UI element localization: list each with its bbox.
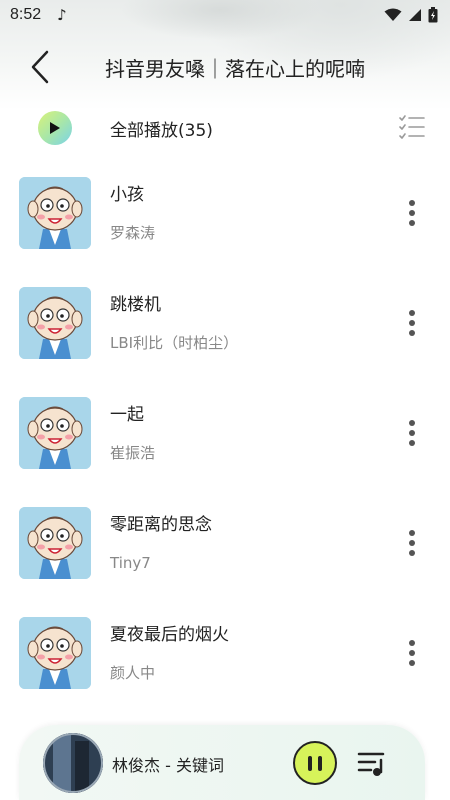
play-all-button[interactable]	[38, 111, 72, 145]
dot	[409, 440, 415, 446]
more-options-button[interactable]	[400, 308, 424, 338]
cartoon-boy-image	[19, 287, 91, 359]
pause-icon	[318, 755, 322, 771]
signal-icon	[409, 9, 421, 21]
cartoon-boy-image	[19, 507, 91, 579]
song-info: 跳楼机 LBI利比（时柏尘）	[110, 294, 238, 353]
dot	[409, 650, 415, 656]
chevron-left-icon	[31, 50, 49, 84]
song-info: 零距离的思念 Tiny7	[110, 514, 212, 573]
dot	[409, 640, 415, 646]
song-list-item[interactable]: 一起 崔振浩	[0, 388, 450, 498]
dot	[409, 430, 415, 436]
song-cover-image	[19, 177, 91, 249]
now-playing-title[interactable]: 林俊杰 - 关键词	[112, 752, 224, 776]
song-list-item[interactable]: 夏夜最后的烟火 颜人中	[0, 608, 450, 718]
cartoon-boy-image	[19, 397, 91, 469]
top-nav: 抖音男友嗓｜落在心上的呢喃	[0, 42, 450, 92]
battery-icon	[428, 7, 438, 23]
pause-button[interactable]	[293, 741, 337, 785]
page-title: 抖音男友嗓｜落在心上的呢喃	[105, 56, 365, 81]
song-title: 小孩	[110, 185, 144, 205]
play-all-row: 全部播放(35)	[0, 106, 450, 150]
song-cover-image	[19, 617, 91, 689]
dot	[409, 220, 415, 226]
status-icons	[384, 7, 438, 23]
more-options-button[interactable]	[400, 528, 424, 558]
play-all-label[interactable]: 全部播放(35)	[110, 116, 213, 141]
song-artist: LBI利比（时柏尘）	[110, 334, 239, 352]
checklist-icon[interactable]	[398, 114, 426, 142]
cartoon-boy-image	[19, 177, 91, 249]
dot	[409, 210, 415, 216]
pause-icon	[308, 755, 312, 771]
dot	[409, 310, 415, 316]
song-list-item[interactable]: 小孩 罗森涛	[0, 168, 450, 278]
song-title: 夏夜最后的烟火	[110, 625, 229, 645]
status-bar: 8:52 ♪	[0, 0, 450, 30]
dot	[409, 330, 415, 336]
dot	[409, 420, 415, 426]
song-cover-image	[19, 287, 91, 359]
more-options-button[interactable]	[400, 418, 424, 448]
song-artist: 罗森涛	[110, 224, 156, 242]
dot	[409, 530, 415, 536]
song-artist: 颜人中	[110, 664, 156, 682]
song-artist: 崔振浩	[110, 444, 156, 462]
dot	[409, 320, 415, 326]
cartoon-boy-image	[19, 617, 91, 689]
song-title: 零距离的思念	[110, 515, 212, 535]
song-info: 小孩 罗森涛	[110, 184, 155, 243]
dot	[409, 660, 415, 666]
more-options-button[interactable]	[400, 198, 424, 228]
song-list-item[interactable]: 零距离的思念 Tiny7	[0, 498, 450, 608]
play-icon	[50, 122, 60, 134]
dot	[409, 200, 415, 206]
dot	[409, 540, 415, 546]
song-title: 一起	[110, 405, 144, 425]
song-artist: Tiny7	[110, 554, 151, 572]
status-time: 8:52	[10, 6, 42, 23]
dot	[409, 550, 415, 556]
album-art-image	[43, 733, 103, 793]
song-cover-image	[19, 397, 91, 469]
now-playing-cover[interactable]	[43, 733, 103, 793]
song-list: 小孩 罗森涛 跳楼机 LBI利比（时柏尘） 一起 崔振浩 零距离的思念 Tiny…	[0, 168, 450, 718]
playlist-icon[interactable]	[357, 747, 389, 779]
mini-player[interactable]: 林俊杰 - 关键词	[19, 725, 425, 800]
song-cover-image	[19, 507, 91, 579]
song-info: 一起 崔振浩	[110, 404, 155, 463]
wifi-icon	[384, 8, 402, 21]
back-button[interactable]	[18, 45, 62, 89]
song-title: 跳楼机	[110, 295, 161, 315]
song-info: 夏夜最后的烟火 颜人中	[110, 624, 229, 683]
more-options-button[interactable]	[400, 638, 424, 668]
song-list-item[interactable]: 跳楼机 LBI利比（时柏尘）	[0, 278, 450, 388]
music-note-icon: ♪	[57, 6, 67, 24]
